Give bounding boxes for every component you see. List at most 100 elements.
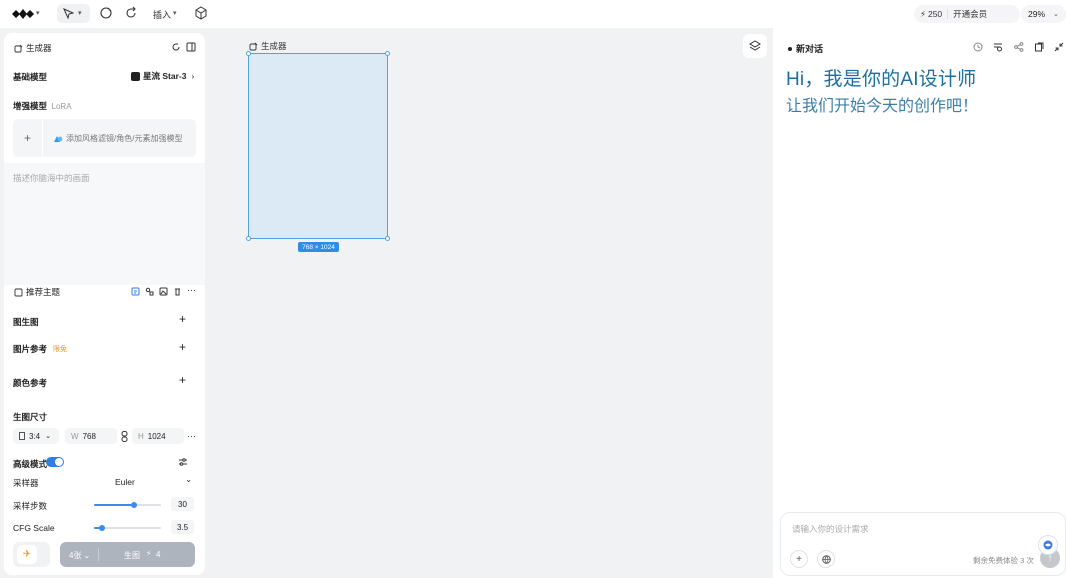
- recommend-topics[interactable]: 推荐主题: [14, 286, 60, 298]
- generate-button[interactable]: 4张 ⌄ 生图 ⚡ 4: [60, 542, 195, 567]
- steps-slider[interactable]: [94, 502, 161, 508]
- generator-panel: 生成器 基础模型 星流 Star-3 › 增强模型 LoRA + 添加风格滤镜/…: [4, 33, 205, 575]
- steps-slider-fill: [94, 504, 135, 506]
- resize-handle-bottom-right[interactable]: [385, 236, 390, 241]
- sampler-value: Euler: [115, 477, 135, 487]
- chevron-down-icon: ⌄: [45, 433, 51, 440]
- chevron-down-icon: ⌄: [1053, 11, 1059, 18]
- history-icon[interactable]: [973, 42, 983, 52]
- frame-title-text: 生成器: [261, 41, 287, 51]
- collapse-icon[interactable]: [1054, 42, 1064, 52]
- steps-value-input[interactable]: 30: [171, 497, 194, 511]
- web-search-button[interactable]: [817, 550, 835, 568]
- lora-add-button[interactable]: 添加风格滤镜/角色/元素加强模型: [53, 133, 182, 144]
- link-aspect-icon[interactable]: [121, 431, 128, 442]
- lightning-icon: ⚡: [146, 549, 152, 558]
- model-icon: [131, 71, 140, 81]
- width-input[interactable]: W 768: [65, 428, 117, 444]
- cfg-value-input[interactable]: 3.5: [171, 520, 194, 534]
- quick-generate-tray: ✈: [13, 542, 50, 567]
- zoom-dropdown[interactable]: 29% ⌄: [1021, 5, 1066, 23]
- height-input[interactable]: H 1024: [132, 428, 184, 444]
- chevron-right-icon: ›: [191, 71, 195, 81]
- chat-input-box[interactable]: 请输入你的设计需求 + 剩余免费体验 3 次 ↑: [780, 512, 1066, 576]
- greeting-line-2: 让我们开始今天的创作吧！: [786, 98, 979, 115]
- credits-count: 250: [927, 9, 943, 19]
- portrait-ratio-icon: [19, 432, 25, 440]
- membership-button[interactable]: 开通会员: [953, 8, 987, 20]
- generate-label: 生图: [124, 551, 140, 560]
- lora-shapes-icon: [54, 136, 63, 142]
- credits-badge[interactable]: ⚡ 250 开通会员: [914, 5, 1020, 23]
- frame-title[interactable]: 生成器: [249, 40, 287, 52]
- collapse-panel-icon[interactable]: [186, 42, 196, 52]
- add-img2img-plus-icon[interactable]: +: [179, 312, 186, 326]
- magic-edit-icon[interactable]: [99, 6, 113, 20]
- steps-slider-handle[interactable]: [131, 502, 138, 508]
- image-count-dropdown[interactable]: 4张 ⌄: [69, 550, 90, 561]
- export-icon[interactable]: [1034, 42, 1044, 52]
- insert-chevron-icon[interactable]: ▾: [173, 9, 177, 17]
- prompt-placeholder: 描述你脑海中的画面: [13, 173, 90, 183]
- base-model-value: 星流 Star-3: [143, 71, 187, 81]
- generator-icon: [249, 42, 258, 50]
- prompt-textarea[interactable]: 描述你脑海中的画面: [4, 163, 205, 285]
- trash-icon[interactable]: [173, 287, 182, 296]
- resize-handle-top-left[interactable]: [246, 51, 251, 56]
- logo-menu-chevron-icon[interactable]: ▾: [36, 9, 40, 17]
- advanced-mode-toggle[interactable]: [46, 457, 64, 467]
- settings-sliders-icon[interactable]: [178, 457, 188, 467]
- width-prefix: W: [71, 431, 79, 441]
- rotate-icon[interactable]: [124, 6, 138, 20]
- insert-menu[interactable]: 插入: [153, 8, 171, 21]
- cfg-label: CFG Scale: [13, 523, 55, 533]
- cfg-slider-handle[interactable]: [98, 525, 105, 531]
- cfg-value: 3.5: [176, 522, 189, 532]
- recommend-label: 推荐主题: [26, 287, 61, 297]
- attach-plus-button[interactable]: +: [790, 550, 808, 568]
- layers-button[interactable]: [743, 34, 767, 58]
- advanced-mode-label: 高级模式: [13, 459, 48, 469]
- image-ref-heading: 图片参考 限免: [13, 343, 67, 355]
- resize-handle-top-right[interactable]: [385, 51, 390, 56]
- greeting-line-1: Hi，我是你的AI设计师: [786, 69, 977, 90]
- sampler-dropdown[interactable]: Euler ⌄: [94, 474, 192, 488]
- lora-add-box[interactable]: + 添加风格滤镜/角色/元素加强模型: [13, 119, 196, 157]
- color-ref-label: 颜色参考: [13, 378, 48, 388]
- height-value: 1024: [147, 431, 166, 441]
- assistant-bot-icon: [1043, 540, 1053, 550]
- select-tool-button[interactable]: ▾: [57, 4, 90, 23]
- app-logo-icon[interactable]: [12, 7, 34, 21]
- share-icon[interactable]: [1014, 42, 1024, 52]
- chevron-down-icon: ▾: [78, 10, 82, 17]
- chat-title: 新对话: [796, 44, 824, 54]
- add-lora-plus-icon[interactable]: +: [13, 119, 43, 157]
- zoom-level: 29%: [1028, 9, 1046, 19]
- ratio-dropdown[interactable]: 3:4 ⌄: [13, 428, 59, 444]
- chat-panel: 新对话 Hi，我是你的AI设计师 让我们开始今天的创作吧！ 请输入你的设计需求 …: [773, 28, 1066, 578]
- resize-handle-bottom-left[interactable]: [246, 236, 251, 241]
- cfg-slider[interactable]: [94, 525, 161, 531]
- frame-size-badge: 768 × 1024: [298, 242, 339, 252]
- add-color-ref-plus-icon[interactable]: +: [179, 373, 186, 387]
- more-icon[interactable]: ···: [187, 285, 196, 295]
- new-chat-icon[interactable]: [993, 42, 1003, 52]
- divider: [947, 9, 949, 19]
- chevron-down-icon: ⌄: [185, 475, 192, 484]
- canvas-frame[interactable]: [248, 53, 388, 239]
- bookmark-icon: [14, 288, 23, 296]
- template-icon[interactable]: [131, 287, 140, 296]
- divider: [98, 548, 99, 561]
- size-more-icon[interactable]: ···: [187, 431, 196, 441]
- add-image-ref-plus-icon[interactable]: +: [179, 340, 186, 354]
- width-value: 768: [82, 431, 96, 441]
- shapes-icon[interactable]: [145, 287, 154, 296]
- base-model-selector[interactable]: 星流 Star-3 ›: [131, 70, 194, 82]
- reset-icon[interactable]: [171, 42, 181, 52]
- globe-icon: [821, 554, 831, 564]
- rocket-icon[interactable]: ✈: [17, 545, 37, 564]
- assistant-avatar-button[interactable]: [1038, 535, 1058, 555]
- generate-cost: 4: [156, 550, 161, 559]
- image-icon[interactable]: [159, 287, 168, 296]
- cube-icon[interactable]: [194, 6, 208, 20]
